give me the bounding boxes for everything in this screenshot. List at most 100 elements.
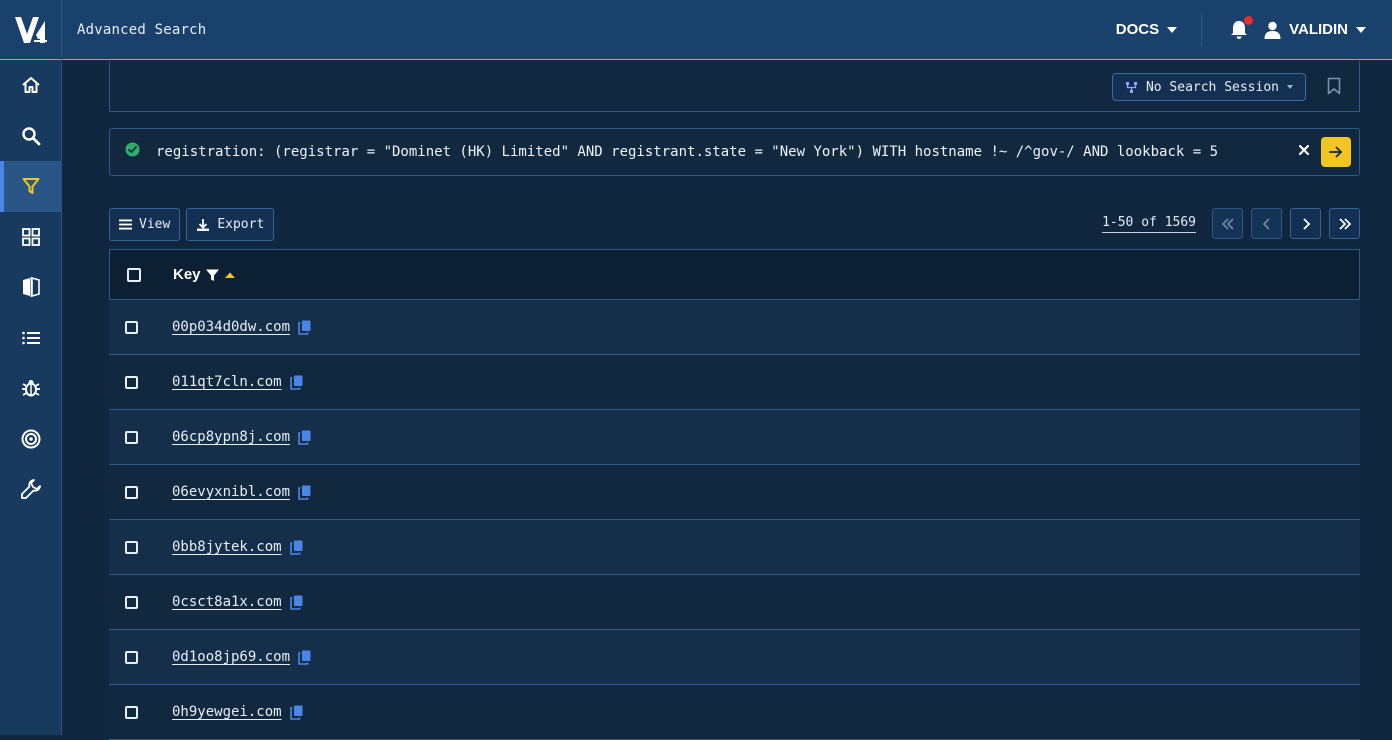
user-menu[interactable]: VALIDIN	[1264, 21, 1366, 39]
domain-link[interactable]: 0bb8jytek.com	[172, 539, 282, 555]
logo[interactable]	[0, 0, 62, 60]
main-content: No Search Session registration: (registr…	[62, 61, 1392, 740]
domain-link[interactable]: 0d1oo8jp69.com	[172, 649, 290, 665]
table-header: Key	[109, 249, 1360, 300]
last-page-button[interactable]	[1329, 208, 1360, 239]
key-column-header[interactable]: Key	[173, 266, 236, 283]
table-row: 0bb8jytek.com	[109, 520, 1360, 575]
table-row: 00p034d0dw.com	[109, 300, 1360, 355]
chevron-down-icon	[1356, 26, 1366, 33]
docs-label: DOCS	[1115, 21, 1160, 38]
table-row: 06evyxnibl.com	[109, 465, 1360, 520]
target-icon	[21, 429, 40, 449]
domain-link[interactable]: 011qt7cln.com	[172, 374, 282, 390]
header-divider	[1201, 12, 1203, 47]
table-row: 0d1oo8jp69.com	[109, 630, 1360, 685]
page-info[interactable]: 1-50 of 1569	[1102, 215, 1196, 233]
sidebar-item-tools[interactable]	[0, 464, 61, 515]
table-row: 06cp8ypn8j.com	[109, 410, 1360, 465]
compare-icon	[22, 277, 40, 298]
sidebar-item-targets[interactable]	[0, 414, 61, 465]
row-checkbox[interactable]	[125, 320, 138, 334]
bookmark-icon	[1327, 77, 1341, 95]
sidebar-item-threats[interactable]	[0, 363, 61, 414]
run-search-button[interactable]	[1321, 137, 1351, 167]
pagination: 1-50 of 1569	[1102, 208, 1360, 239]
search-session-label: No Search Session	[1145, 79, 1279, 95]
table-row: 011qt7cln.com	[109, 355, 1360, 410]
copy-icon[interactable]	[298, 320, 311, 335]
list-icon	[21, 331, 40, 345]
clear-query-button[interactable]	[1297, 143, 1311, 162]
home-icon	[21, 77, 40, 94]
close-icon	[1298, 144, 1310, 156]
sidebar-item-lists[interactable]	[0, 313, 61, 364]
notification-badge	[1244, 15, 1254, 25]
search-session-dropdown[interactable]: No Search Session	[1111, 73, 1306, 101]
row-checkbox[interactable]	[125, 375, 138, 389]
sidebar-item-search[interactable]	[0, 111, 61, 162]
grid-icon	[21, 227, 40, 246]
domain-link[interactable]: 06evyxnibl.com	[172, 484, 290, 500]
valid-query-icon	[125, 142, 140, 162]
previous-page-button[interactable]	[1251, 208, 1282, 239]
copy-icon[interactable]	[298, 430, 311, 445]
notifications-button[interactable]	[1230, 15, 1254, 40]
copy-icon[interactable]	[298, 650, 311, 665]
first-page-button[interactable]	[1212, 208, 1243, 239]
domain-link[interactable]: 0csct8a1x.com	[172, 594, 282, 610]
domain-link[interactable]: 0h9yewgei.com	[172, 704, 282, 720]
view-label: View	[139, 217, 171, 232]
copy-icon[interactable]	[298, 485, 311, 500]
chevron-down-icon	[1287, 85, 1293, 89]
row-checkbox[interactable]	[125, 430, 138, 444]
arrow-right-icon	[1329, 146, 1342, 158]
sidebar-item-compare[interactable]	[0, 262, 61, 313]
docs-menu[interactable]: DOCS	[1092, 0, 1201, 60]
search-icon	[21, 127, 40, 146]
row-checkbox[interactable]	[125, 595, 138, 609]
export-label: Export	[217, 217, 265, 232]
table-row: 0h9yewgei.com	[109, 685, 1360, 740]
row-checkbox[interactable]	[125, 705, 138, 719]
menu-icon	[119, 219, 132, 230]
chevron-left-icon	[1262, 217, 1270, 230]
chevrons-left-icon	[1221, 217, 1234, 230]
page-title: Advanced Search	[77, 21, 207, 38]
row-checkbox[interactable]	[125, 485, 138, 499]
copy-icon[interactable]	[289, 375, 303, 390]
sidebar-item-home[interactable]	[0, 60, 61, 111]
domain-link[interactable]: 00p034d0dw.com	[172, 319, 290, 335]
bookmark-button[interactable]	[1327, 77, 1341, 100]
top-bar: Advanced Search DOCS VALIDIN	[0, 0, 1392, 60]
export-button[interactable]: Export	[186, 208, 275, 241]
table-row: 0csct8a1x.com	[109, 575, 1360, 630]
copy-icon[interactable]	[289, 705, 303, 720]
validin-logo-icon	[14, 16, 47, 43]
row-checkbox[interactable]	[125, 540, 138, 554]
chevron-right-icon	[1302, 217, 1310, 230]
chevrons-right-icon	[1338, 217, 1351, 230]
user-icon	[1264, 21, 1281, 39]
domain-link[interactable]: 06cp8ypn8j.com	[172, 429, 290, 445]
user-name: VALIDIN	[1289, 21, 1348, 38]
view-button[interactable]: View	[109, 208, 181, 241]
sidebar-item-dashboard[interactable]	[0, 212, 61, 263]
chevron-down-icon	[1167, 26, 1178, 33]
query-bar[interactable]: registration: (registrar = "Dominet (HK)…	[109, 128, 1360, 176]
sidebar-item-advanced-search[interactable]	[0, 161, 61, 212]
network-icon	[1125, 81, 1137, 93]
copy-icon[interactable]	[289, 540, 303, 555]
wrench-icon	[20, 479, 41, 500]
query-input[interactable]: registration: (registrar = "Dominet (HK)…	[156, 144, 1218, 160]
next-page-button[interactable]	[1290, 208, 1321, 239]
results-toolbar: View Export	[109, 208, 275, 241]
copy-icon[interactable]	[289, 595, 303, 610]
key-column-label: Key	[173, 266, 201, 283]
sort-ascending-icon[interactable]	[224, 271, 236, 279]
filter-icon[interactable]	[205, 268, 220, 282]
select-all-checkbox[interactable]	[127, 267, 141, 282]
results-table: 00p034d0dw.com 011qt7cln.com 06cp8ypn8j.co…	[109, 300, 1360, 740]
row-checkbox[interactable]	[125, 650, 138, 664]
search-session-panel: No Search Session	[109, 61, 1360, 112]
